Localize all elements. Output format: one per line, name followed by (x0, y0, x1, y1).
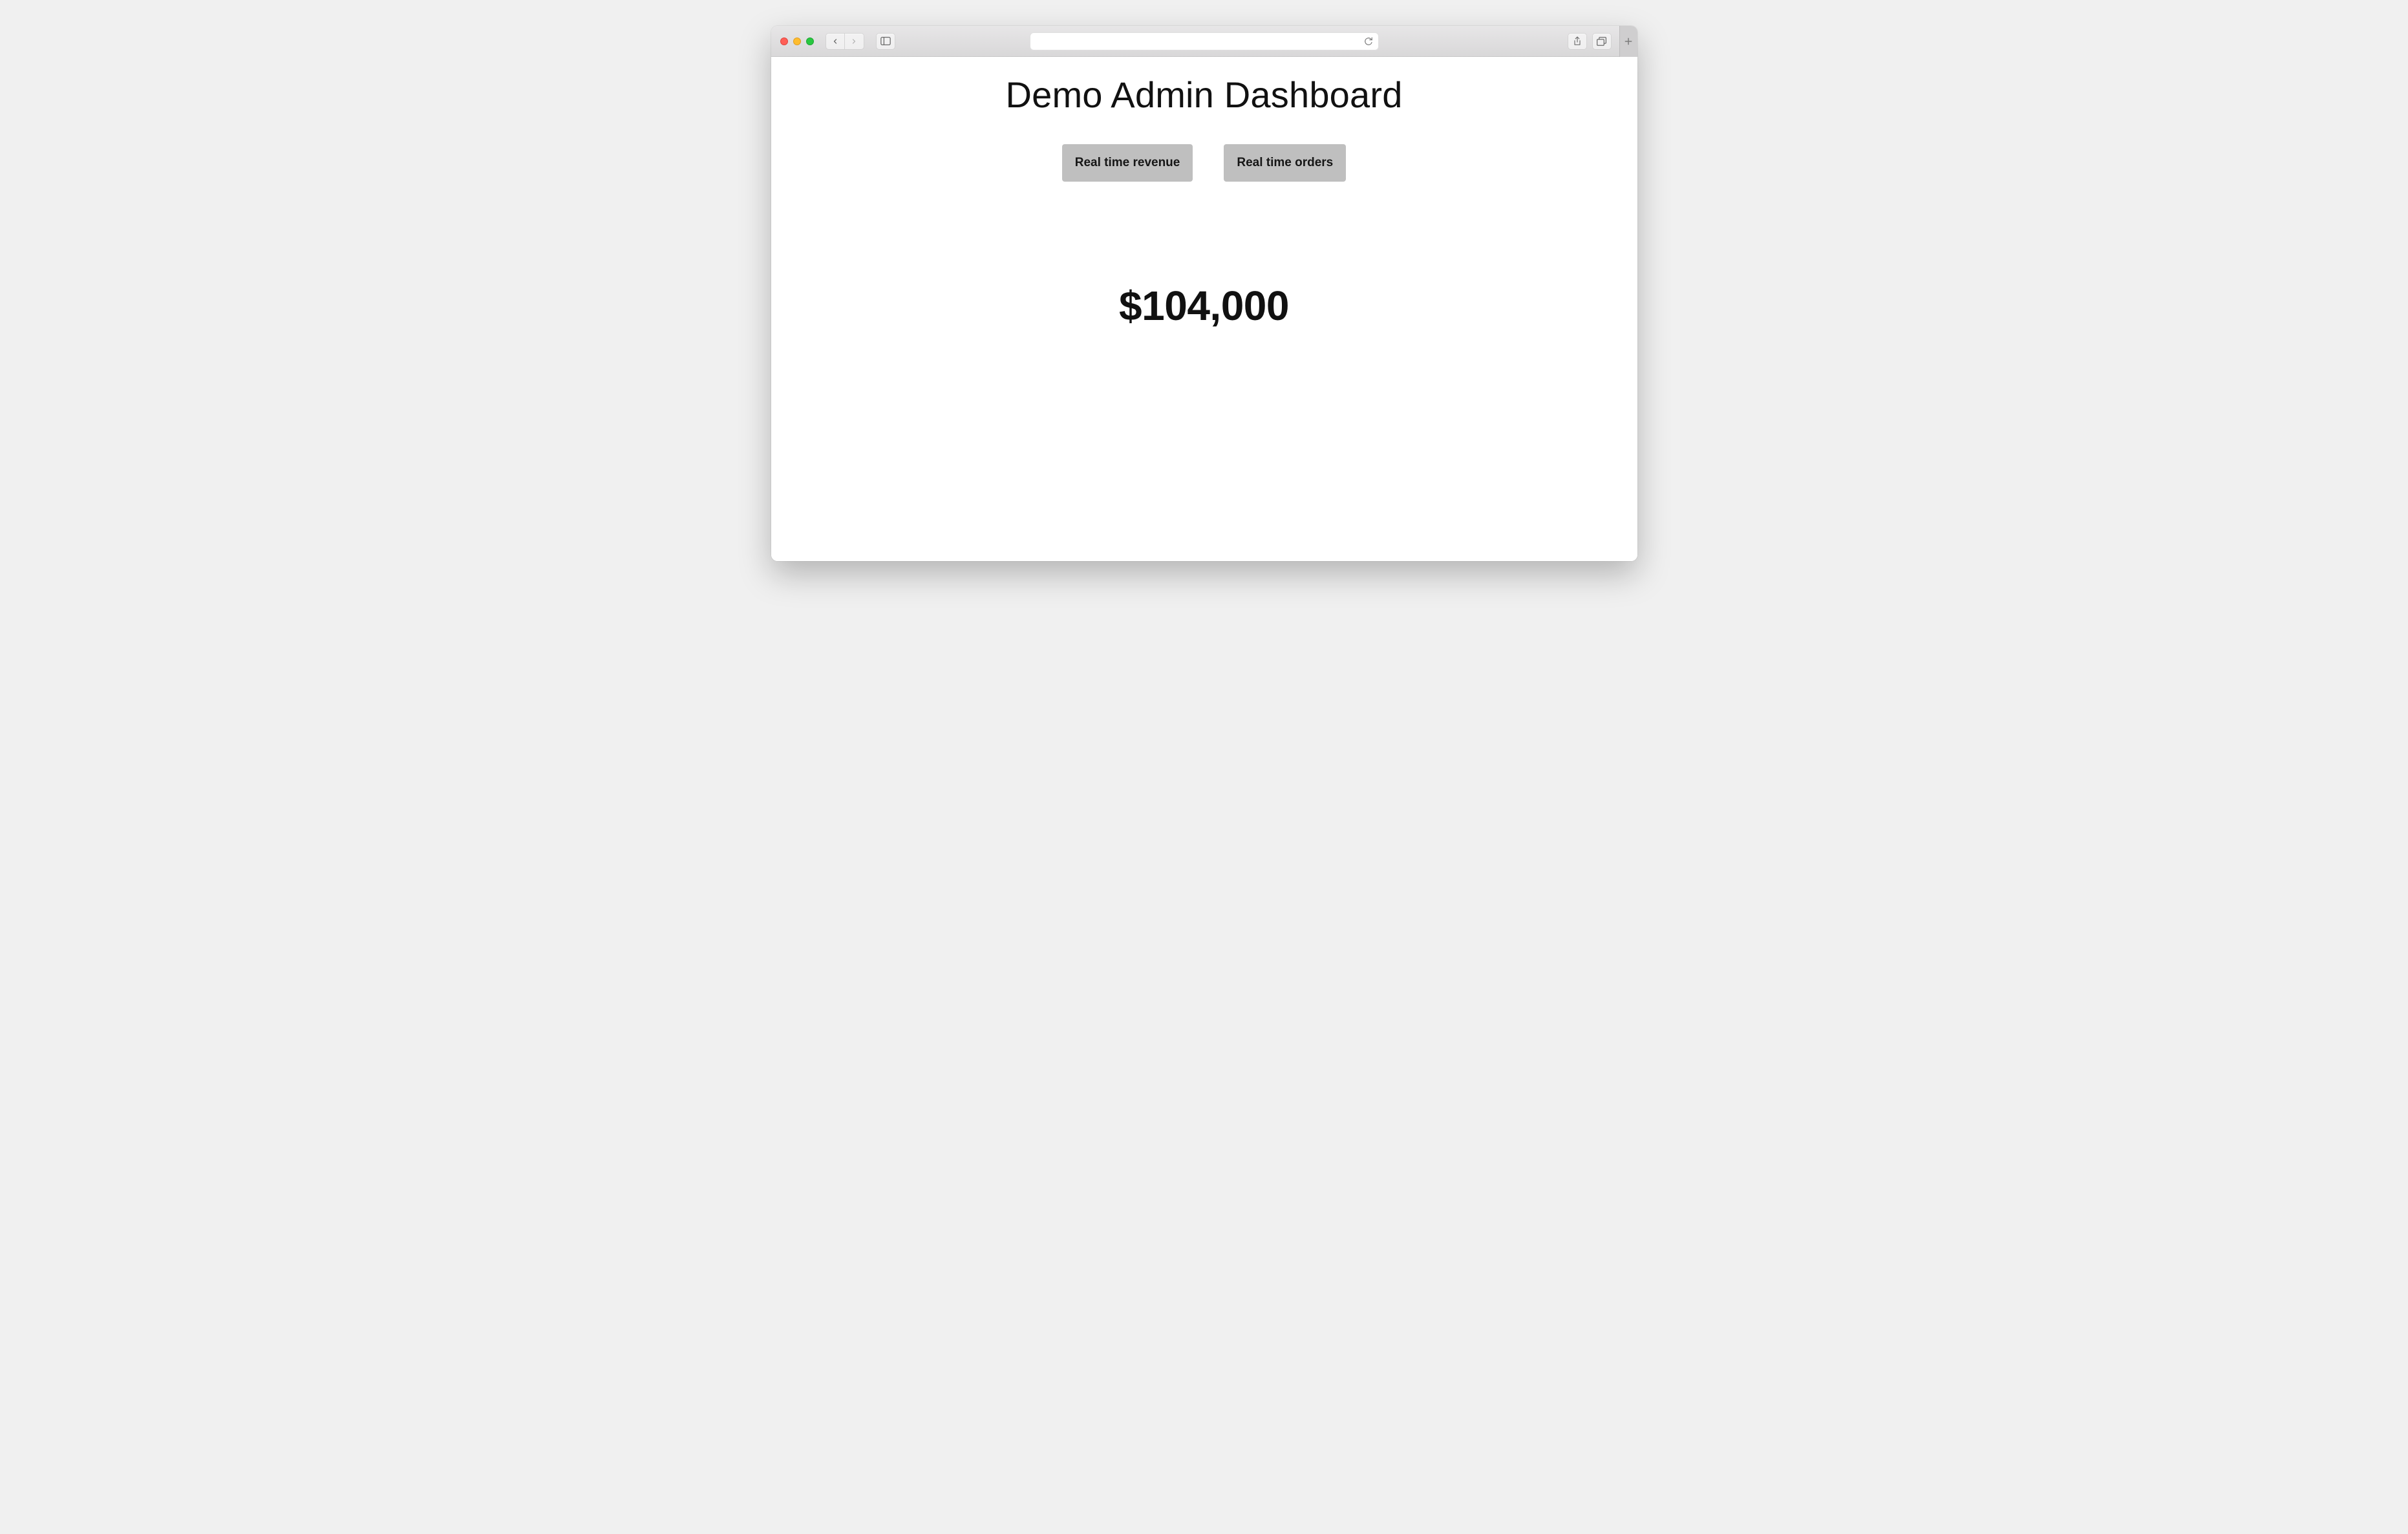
tabs-button[interactable] (1592, 33, 1612, 50)
nav-button-group (826, 33, 864, 50)
real-time-orders-button[interactable]: Real time orders (1224, 144, 1346, 182)
tabs-icon (1597, 37, 1606, 46)
page-content: Demo Admin Dashboard Real time revenue R… (771, 57, 1637, 561)
real-time-revenue-button[interactable]: Real time revenue (1062, 144, 1193, 182)
metric-value: $104,000 (771, 282, 1637, 330)
close-window-button[interactable] (780, 37, 788, 45)
minimize-window-button[interactable] (793, 37, 801, 45)
toolbar-right (1568, 33, 1628, 50)
sidebar-icon (880, 37, 891, 45)
chevron-right-icon (850, 37, 858, 45)
share-button[interactable] (1568, 33, 1587, 50)
share-icon (1573, 36, 1582, 47)
browser-titlebar (771, 26, 1637, 57)
chevron-left-icon (831, 37, 839, 45)
window-controls (780, 37, 814, 45)
page-title: Demo Admin Dashboard (771, 74, 1637, 116)
back-button[interactable] (826, 33, 845, 50)
fullscreen-window-button[interactable] (806, 37, 814, 45)
browser-window: Demo Admin Dashboard Real time revenue R… (771, 26, 1637, 561)
reload-icon[interactable] (1364, 37, 1373, 46)
new-tab-button[interactable] (1619, 26, 1637, 57)
plus-icon (1624, 37, 1633, 46)
forward-button[interactable] (845, 33, 864, 50)
sidebar-toggle-button[interactable] (876, 33, 895, 50)
url-bar[interactable] (1030, 32, 1379, 50)
action-button-row: Real time revenue Real time orders (771, 144, 1637, 182)
